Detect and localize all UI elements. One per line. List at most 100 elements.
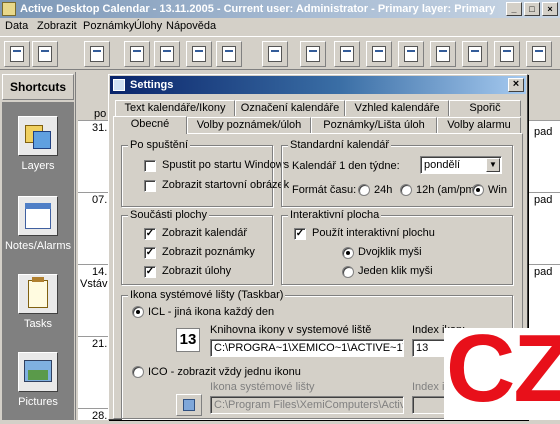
double-click-radio[interactable] [342, 247, 354, 259]
show-calendar-checkbox[interactable]: ✓ [144, 228, 156, 240]
tool-button-calendar-5-icon[interactable] [430, 41, 456, 67]
tool-button-print-icon[interactable] [84, 41, 110, 67]
tab-calendar-marking[interactable]: Označení kalendáře [235, 100, 345, 116]
dialog-title-bar[interactable]: Settings × [110, 76, 526, 94]
week-day-value: pondělí [424, 159, 461, 171]
group-title: Interaktivní plocha [288, 209, 382, 221]
calendar-cell-text: pad [534, 266, 553, 278]
shortcut-layers[interactable]: Layers [2, 108, 74, 186]
shortcut-label: Layers [21, 160, 55, 172]
tool-button-calendar-2-icon[interactable] [334, 41, 360, 67]
group-title: Součásti plochy [128, 209, 210, 221]
menu-bar: Data Zobrazit Poznámky Úlohy Nápověda [0, 18, 560, 34]
tool-button-calendar-7-icon[interactable] [494, 41, 520, 67]
dialog-close-button[interactable]: × [508, 78, 524, 92]
time-24h-radio[interactable] [358, 184, 370, 196]
tool-button-week-icon[interactable] [262, 41, 288, 67]
single-click-label: Jeden klik myši [358, 265, 433, 277]
tool-button-note-edit-icon[interactable] [124, 41, 150, 67]
tool-button-forward-icon[interactable] [32, 41, 58, 67]
shortcuts-header[interactable]: Shortcuts [2, 74, 74, 100]
show-notes-checkbox[interactable]: ✓ [144, 247, 156, 259]
tab-notes-tasks-bar[interactable]: Poznámky/Lišta úloh [311, 117, 437, 133]
use-interactive-label: Použít interaktivní plochu [312, 227, 435, 239]
single-click-radio[interactable] [342, 266, 354, 278]
tool-button-calendar-8-icon[interactable] [526, 41, 552, 67]
show-tasks-checkbox[interactable]: ✓ [144, 266, 156, 278]
tab-calendar-appearance[interactable]: Vzhled kalendáře [345, 100, 449, 116]
window-title: Active Desktop Calendar - 13.11.2005 - C… [20, 3, 496, 15]
tab-calendar-text-icons[interactable]: Text kalendáře/Ikony [115, 100, 235, 116]
app-icon [2, 2, 16, 16]
week-day-select[interactable]: pondělí ▼ [420, 156, 502, 174]
group-startup: Po spuštění Spustit po startu Windows Zo… [121, 139, 289, 207]
calendar-cell-text: pad [534, 126, 553, 138]
icon-library-label: Knihovna ikony v systemové liště [210, 324, 372, 336]
menu-help[interactable]: Nápověda [166, 18, 216, 34]
tool-button-calendar-1-icon[interactable] [300, 41, 326, 67]
show-startup-image-label: Zobrazit startovní obrázek [162, 179, 290, 191]
tool-button-note-find-icon[interactable] [154, 41, 180, 67]
menu-notes[interactable]: Poznámky [83, 18, 134, 34]
use-interactive-checkbox[interactable]: ✓ [294, 228, 306, 240]
window-title-bar[interactable]: Active Desktop Calendar - 13.11.2005 - C… [0, 0, 560, 18]
shortcut-pictures[interactable]: Pictures [2, 344, 74, 422]
tab-alarm-options[interactable]: Volby alarmu [437, 117, 521, 133]
cz-badge-text: CZ [446, 315, 560, 422]
tray-icon-path-field[interactable]: C:\Program Files\XemiComputers\Active De… [210, 396, 404, 414]
group-interactive-desktop: Interaktivní plocha ✓ Použít interaktivn… [281, 209, 513, 285]
menu-data[interactable]: Data [5, 18, 28, 34]
shortcut-tasks[interactable]: Tasks [2, 266, 74, 344]
time-12h-radio[interactable] [400, 184, 412, 196]
dialog-title: Settings [130, 79, 174, 91]
tab-general[interactable]: Obecné [113, 116, 187, 134]
ico-option-label: ICO - zobrazit vždy jednu ikonu [148, 366, 301, 378]
close-window-button[interactable]: × [542, 2, 558, 16]
icl-option-radio[interactable] [132, 306, 144, 318]
menu-tasks[interactable]: Úlohy [134, 18, 162, 34]
show-tasks-label: Zobrazit úlohy [162, 265, 232, 277]
tool-button-back-icon[interactable] [4, 41, 30, 67]
maximize-button[interactable]: □ [524, 2, 540, 16]
time-win-label: Win [488, 184, 507, 196]
shortcut-label: Notes/Alarms [4, 240, 72, 252]
group-title: Po spuštění [128, 139, 191, 151]
run-on-startup-checkbox[interactable] [144, 160, 156, 172]
tool-button-note-delete-icon[interactable] [216, 41, 242, 67]
browse-icon-button[interactable] [176, 394, 202, 416]
icon-library-path-field[interactable]: C:\PROGRA~1\XEMICO~1\ACTIVE~1\Icon [210, 339, 404, 357]
calendar-cell-text: pad [534, 194, 553, 206]
tool-button-calendar-6-icon[interactable] [462, 41, 488, 67]
tool-button-note-new-icon[interactable] [186, 41, 212, 67]
time-win-radio[interactable] [472, 184, 484, 196]
day-number: 07. [92, 194, 108, 206]
tray-icon-label: Ikona systémové lišty [210, 381, 315, 393]
tab-screensaver[interactable]: Spořič [449, 100, 521, 116]
shortcuts-pane: Layers Notes/Alarms Tasks Pictures [2, 102, 74, 420]
group-standard-calendar: Standardní kalendář Kalendář 1 den týdne… [281, 139, 513, 207]
show-calendar-label: Zobrazit kalendář [162, 227, 247, 239]
tool-button-calendar-4-icon[interactable] [398, 41, 424, 67]
group-title: Standardní kalendář [288, 139, 392, 151]
shortcuts-sidebar: Shortcuts Layers Notes/Alarms Tasks Pict… [0, 72, 76, 420]
run-on-startup-label: Spustit po startu Windows [162, 159, 290, 171]
calendar-event[interactable]: Vstáv [80, 278, 108, 290]
shortcut-label: Pictures [18, 396, 58, 408]
tool-button-calendar-3-icon[interactable] [366, 41, 392, 67]
shortcut-notes-alarms[interactable]: Notes/Alarms [2, 188, 74, 266]
tasks-icon [18, 274, 58, 314]
show-startup-image-checkbox[interactable] [144, 180, 156, 192]
chevron-down-icon[interactable]: ▼ [486, 158, 500, 172]
menu-view[interactable]: Zobrazit [37, 18, 77, 34]
pictures-icon [18, 352, 58, 392]
tab-notes-tasks-options[interactable]: Volby poznámek/úloh [187, 117, 311, 133]
icl-option-label: ICL - jiná ikona každý den [148, 306, 275, 318]
week-day-label: Kalendář 1 den týdne: [292, 160, 400, 172]
day-number: 21. [92, 338, 108, 350]
minimize-button[interactable]: _ [506, 2, 522, 16]
group-title: Ikona systémové lišty (Taskbar) [128, 289, 286, 301]
calendar-day-icon: 13 [176, 328, 200, 352]
cz-badge: CZ [444, 315, 560, 422]
shortcut-label: Tasks [23, 318, 53, 330]
ico-option-radio[interactable] [132, 366, 144, 378]
